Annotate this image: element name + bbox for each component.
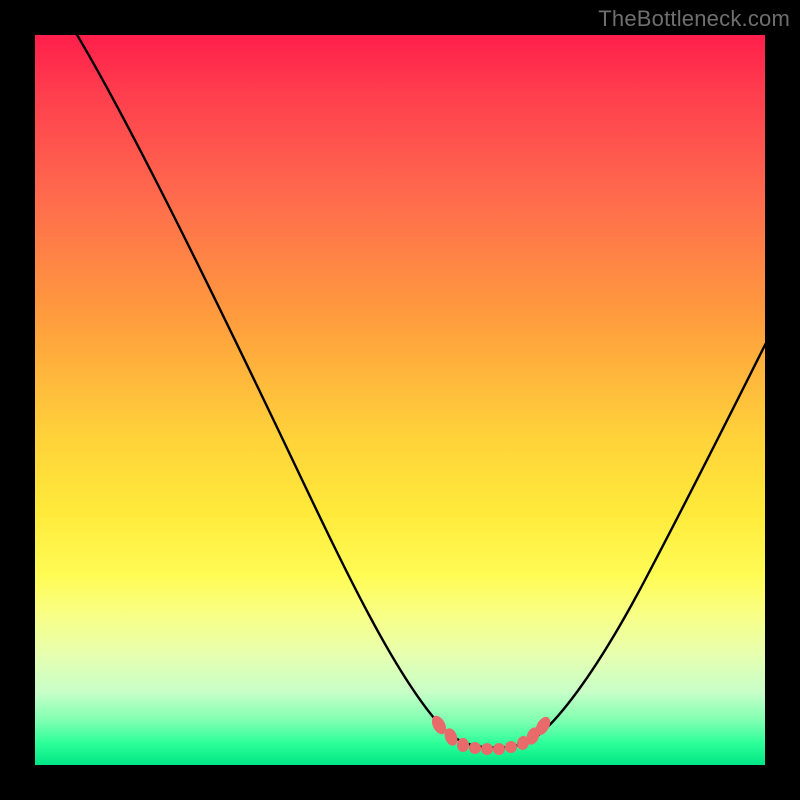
bottleneck-curve-path — [65, 35, 765, 748]
chart-frame: TheBottleneck.com — [0, 0, 800, 800]
watermark-text: TheBottleneck.com — [598, 6, 790, 32]
plot-area — [35, 35, 765, 765]
bottom-marker-dots — [429, 713, 553, 755]
curve-layer — [35, 35, 765, 765]
